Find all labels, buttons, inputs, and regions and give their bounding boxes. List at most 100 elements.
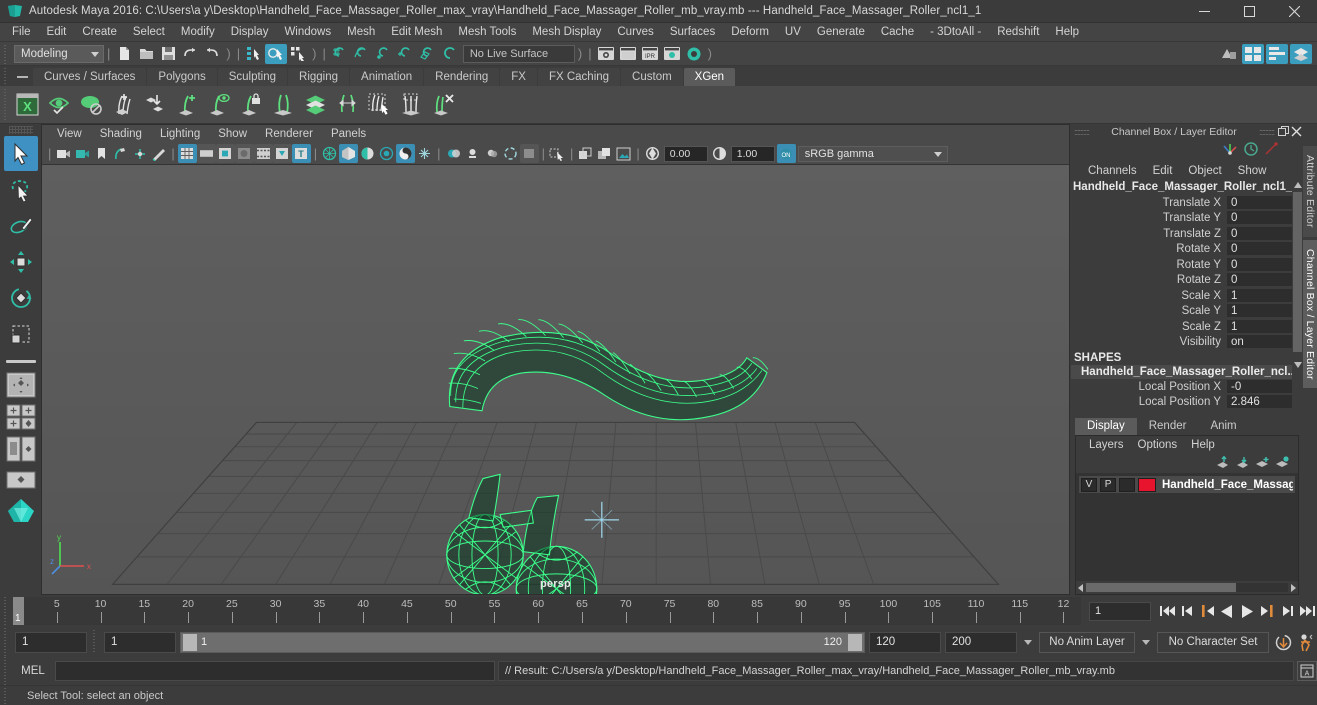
new-layer-icon[interactable] [1255,456,1270,472]
scroll-down-arrow-icon[interactable] [1294,362,1302,368]
layer-menu-options[interactable]: Options [1131,439,1185,451]
time-slider-ruler[interactable]: 1 5 10 15 20 25 30 35 40 45 50 55 60 65 70 75 80 85 90 95 1… [13,597,1081,625]
chevron-down-icon[interactable] [1024,639,1032,645]
menu-item-file[interactable]: File [4,23,39,42]
menu-item-edit[interactable]: Edit [39,23,75,42]
xray-joints-icon[interactable] [576,144,595,163]
textured-icon[interactable] [377,144,396,163]
live-surface-field[interactable]: No Live Surface [462,44,575,63]
range-grip-2[interactable] [91,630,100,654]
step-forward-frame-icon[interactable] [1257,600,1277,622]
vertical-tab-attribute-editor[interactable]: Attribute Editor [1303,146,1317,237]
scale-tool-button[interactable] [4,316,38,351]
tool-settings-toggle-icon[interactable] [1290,43,1312,64]
bookmark-icon[interactable] [92,144,111,163]
layer-tab-anim[interactable]: Anim [1198,418,1249,435]
undo-icon[interactable] [179,44,201,64]
menuset-mode-dropdown[interactable]: Modeling [14,44,104,63]
layer-visibility-toggle[interactable]: V [1081,477,1098,492]
range-end-field[interactable]: 120 [869,631,941,653]
shadows-icon[interactable] [415,144,434,163]
hscrollbar-thumb[interactable] [1086,583,1236,592]
range-slider-bar[interactable]: 1 120 [180,631,865,653]
range-right-handle[interactable] [848,633,862,651]
layer-playback-toggle[interactable]: P [1100,477,1117,492]
viewport-menu-lighting[interactable]: Lighting [151,128,209,140]
viewport-3d-canvas[interactable]: y x z persp [42,165,1069,594]
menu-item-3dtoall[interactable]: - 3DtoAll - [922,23,989,42]
render-settings-icon[interactable] [661,44,683,64]
render-view-icon[interactable] [595,44,617,64]
shelf-tab-rigging[interactable]: Rigging [288,68,350,86]
range-row-grip[interactable] [2,628,11,656]
scroll-up-arrow-icon[interactable] [1294,182,1302,188]
character-set-dropdown[interactable]: No Character Set [1157,631,1269,653]
close-panel-icon[interactable] [1290,125,1303,138]
smooth-shade-all-icon[interactable] [358,144,377,163]
save-scene-icon[interactable] [157,44,179,64]
make-live-icon[interactable] [439,44,461,64]
menu-item-mesh-tools[interactable]: Mesh Tools [450,23,524,42]
exposure-field[interactable]: 0.00 [663,145,708,162]
statusline-grip[interactable] [2,42,11,65]
step-back-keyframe-icon[interactable] [1177,600,1197,622]
xgen-move-guides-icon[interactable] [331,88,363,122]
close-button[interactable] [1272,0,1317,23]
status-bar-grip[interactable] [2,687,11,704]
layer-type-toggle[interactable] [1119,477,1136,492]
hypershade-icon[interactable] [683,44,705,64]
title-safe-icon[interactable]: T [291,144,311,163]
lock-camera-icon[interactable] [73,144,92,163]
select-by-object-icon[interactable] [265,43,288,64]
xgen-patch-icon[interactable] [75,88,107,122]
xgen-lock-guides-icon[interactable] [235,88,267,122]
maximize-button[interactable] [1227,0,1272,23]
toolbox-grip[interactable] [8,126,33,134]
xgen-split-guides-icon[interactable] [267,88,299,122]
layer-tab-render[interactable]: Render [1136,418,1199,435]
snap-to-point-icon[interactable] [373,44,395,64]
vertical-tab-channel-box-layer-editor[interactable]: Channel Box / Layer Editor [1303,239,1317,389]
snap-to-projected-center-icon[interactable] [395,44,417,64]
channelbox-menu-object[interactable]: Object [1181,165,1228,177]
viewport-menu-show[interactable]: Show [209,128,256,140]
image-plane-icon[interactable] [111,144,130,163]
minimize-button[interactable] [1182,0,1227,23]
xgen-preview-icon[interactable] [43,88,75,122]
color-space-dropdown[interactable]: sRGB gamma [797,145,948,162]
input-output-icon[interactable] [1263,141,1279,160]
snap-to-view-plane-icon[interactable] [417,44,439,64]
shelf-tab-polygons[interactable]: Polygons [147,68,217,86]
menu-item-modify[interactable]: Modify [173,23,223,42]
script-editor-icon[interactable]: A [1297,661,1317,681]
paint-select-tool-button[interactable] [4,208,38,243]
play-forwards-icon[interactable] [1237,600,1257,622]
new-scene-icon[interactable] [113,44,135,64]
grid-toggle-icon[interactable] [177,144,197,163]
persp-outliner-layout-button[interactable] [4,466,38,496]
viewport-menu-shading[interactable]: Shading [91,128,151,140]
rotate-tool-button[interactable] [4,280,38,315]
viewport-menu-view[interactable]: View [48,128,91,140]
shelf-tab-rendering[interactable]: Rendering [424,68,500,86]
film-gate-icon[interactable] [196,144,216,163]
xray-icon[interactable] [548,144,567,163]
keyframe-toggle-icon[interactable] [1243,141,1259,160]
anim-start-field[interactable]: 1 [15,631,87,653]
move-layer-down-icon[interactable] [1235,456,1250,472]
panel-grip[interactable]: :::::::::: [1071,127,1092,137]
grease-pencil-icon[interactable] [149,144,168,163]
command-line-grip[interactable] [2,657,11,685]
xgen-layers-icon[interactable] [299,88,331,122]
xray-active-icon[interactable] [595,144,614,163]
xgen-window-icon[interactable]: X [11,88,43,122]
go-to-end-icon[interactable] [1297,600,1317,622]
resolution-gate-icon[interactable] [215,144,235,163]
panel-grip[interactable]: :::::::::: [1256,127,1277,137]
layer-row[interactable]: V P Handheld_Face_Massage [1079,476,1295,493]
layer-color-swatch[interactable] [1138,477,1156,492]
layer-list-hscrollbar[interactable] [1076,581,1298,594]
shelf-tab-sculpting[interactable]: Sculpting [217,68,288,86]
menu-item-display[interactable]: Display [223,23,277,42]
command-language-label[interactable]: MEL [14,665,52,677]
